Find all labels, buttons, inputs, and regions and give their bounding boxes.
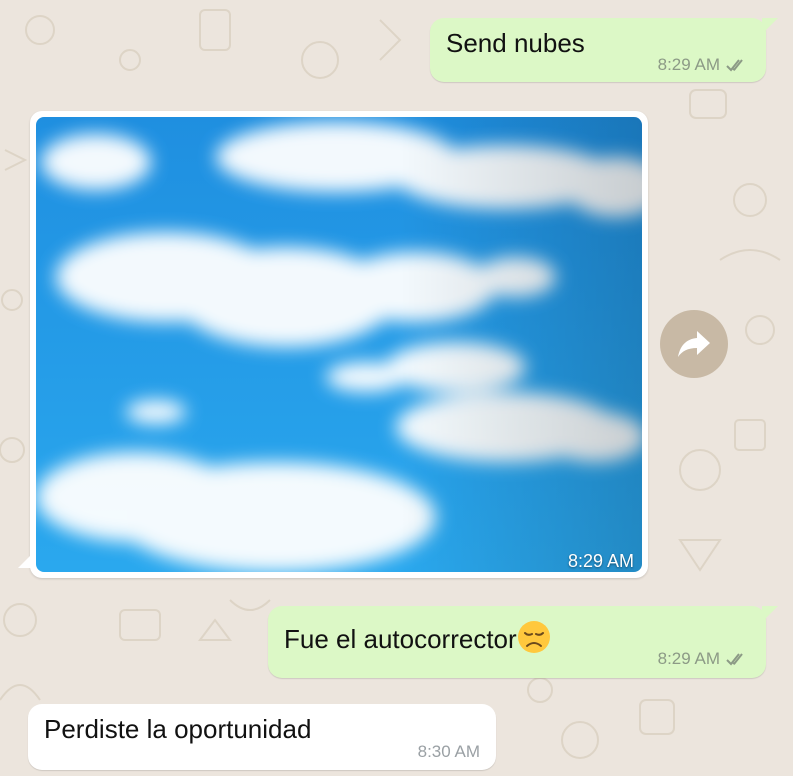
bubble-tail: [762, 18, 778, 34]
double-check-icon: [726, 653, 743, 666]
message-text: Send nubes: [446, 28, 585, 58]
message-meta: 8:29 AM: [658, 55, 748, 75]
message-text-row: Fue el autocorrector: [284, 620, 551, 654]
message-time: 8:30 AM: [417, 742, 480, 761]
incoming-image-message[interactable]: 8:29 AM: [18, 111, 648, 578]
outgoing-message-bubble[interactable]: Send nubes 8:29 AM: [430, 18, 778, 82]
message-meta: 8:29 AM: [658, 649, 748, 669]
message-time: 8:29 AM: [657, 55, 720, 74]
message-text: Perdiste la oportunidad: [44, 714, 312, 744]
bubble-tail: [18, 554, 32, 568]
sky-clouds-photo[interactable]: [36, 117, 642, 572]
forward-button[interactable]: [660, 310, 728, 378]
message-text: Fue el autocorrector: [284, 624, 517, 654]
incoming-message-bubble[interactable]: Perdiste la oportunidad 8:30 AM: [28, 704, 496, 770]
bubble-tail: [762, 606, 778, 622]
image-timestamp: 8:29 AM: [567, 551, 634, 571]
outgoing-message-bubble[interactable]: Fue el autocorrector 8:29 AM: [268, 606, 778, 678]
message-time: 8:29 AM: [657, 649, 720, 668]
forward-arrow-icon: [678, 331, 710, 357]
double-check-icon: [726, 59, 743, 72]
disappointed-face-icon: [517, 621, 550, 653]
message-meta: 8:30 AM: [418, 742, 480, 762]
